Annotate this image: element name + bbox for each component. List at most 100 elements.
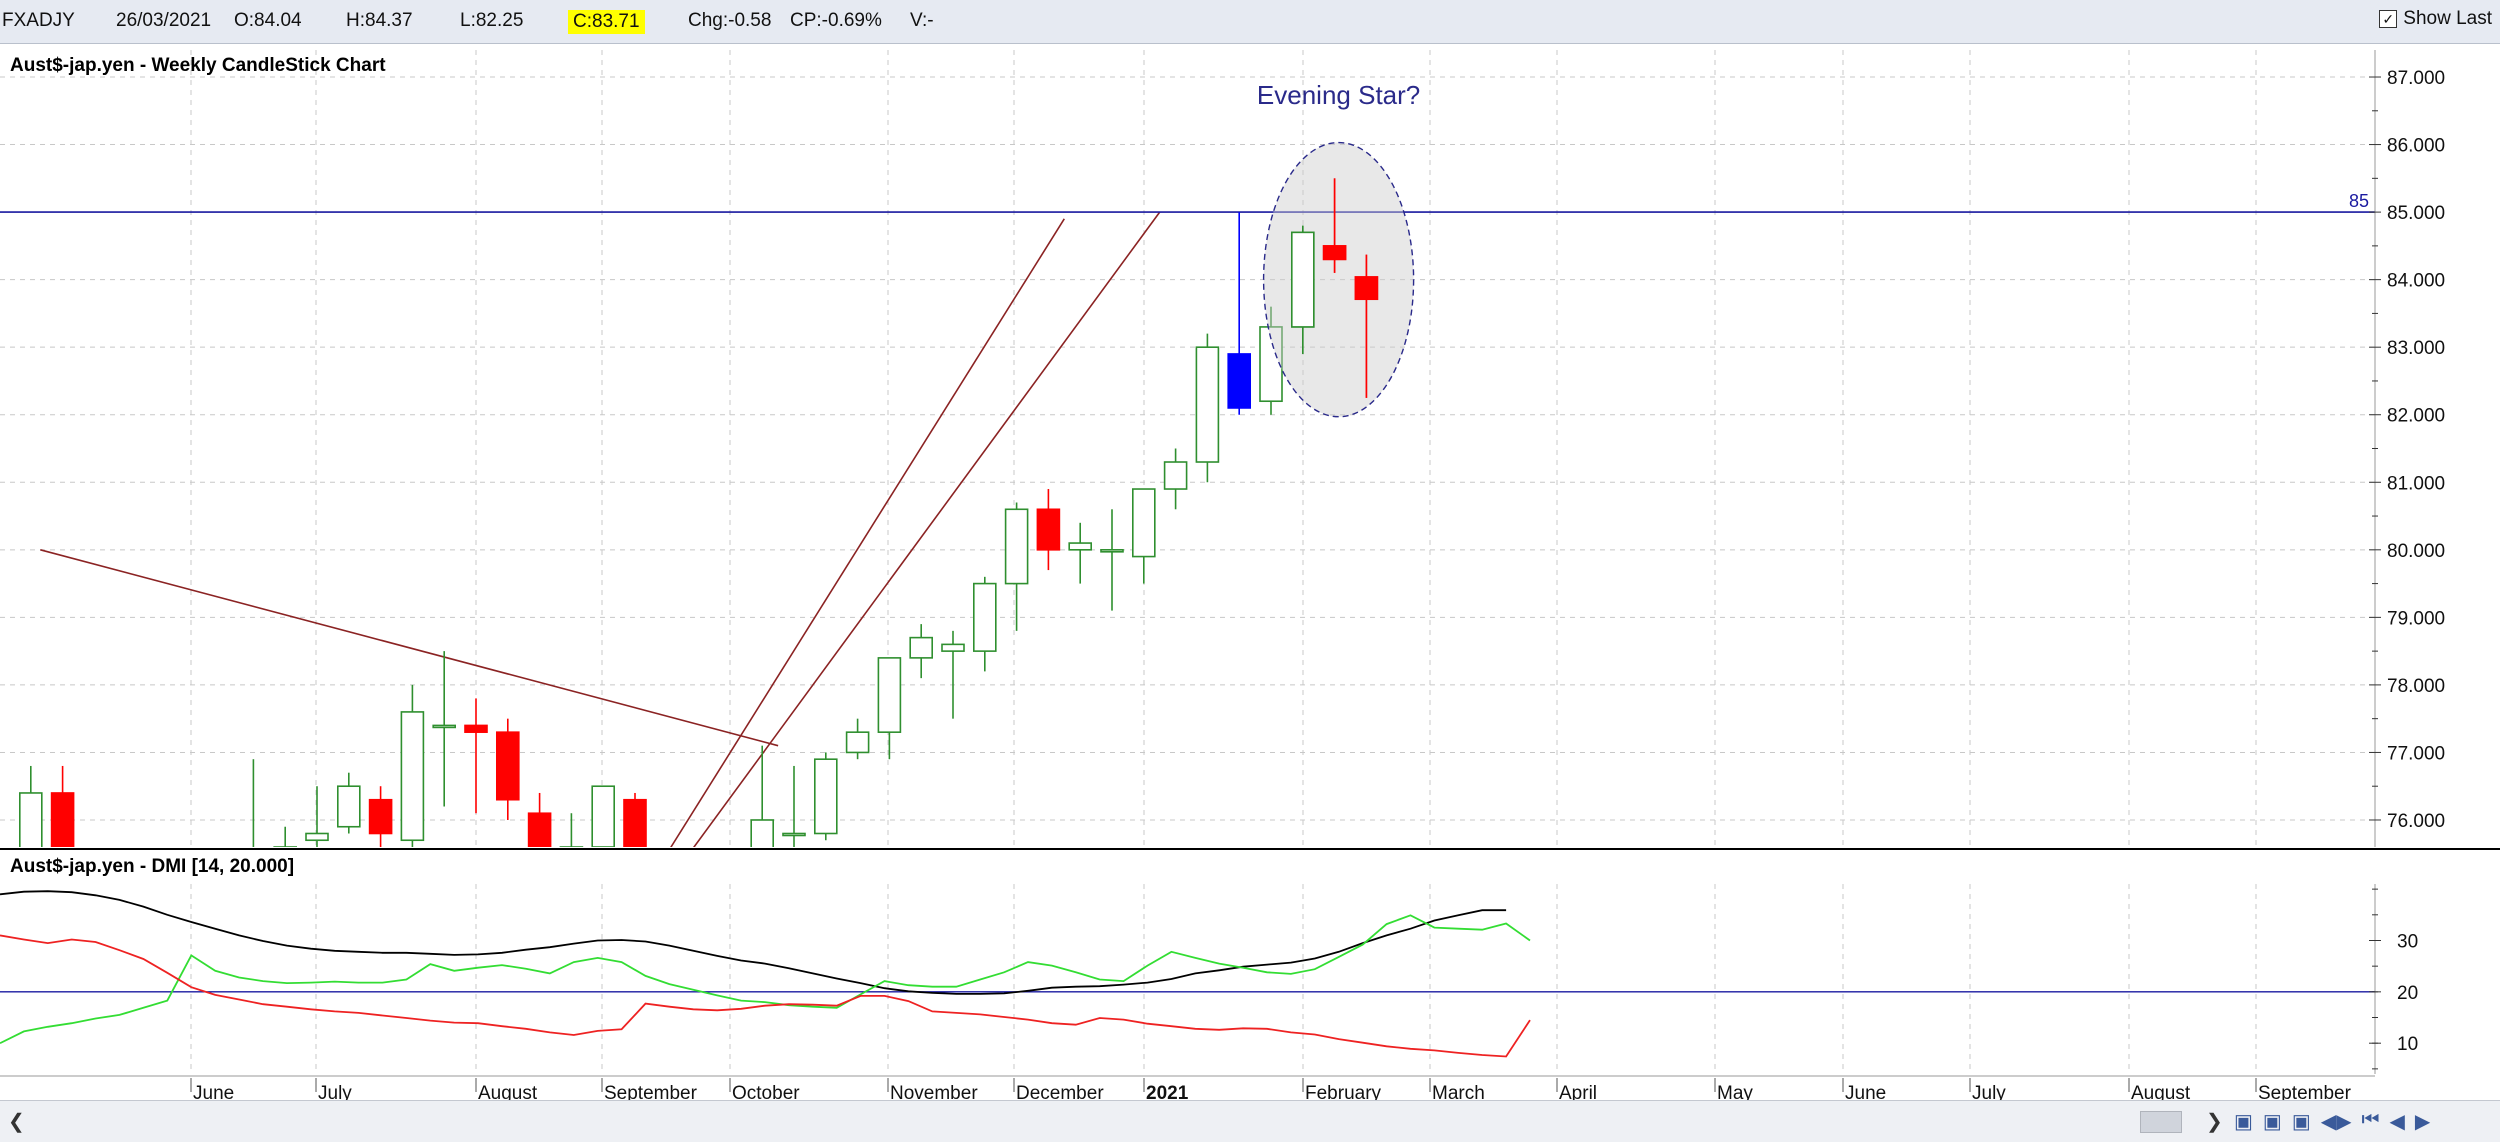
- price-tick-label: 82.000: [2387, 406, 2445, 427]
- price-chart-title: Aust$-jap.yen - Weekly CandleStick Chart: [10, 55, 386, 76]
- dmi-chart-title: Aust$-jap.yen - DMI [14, 20.000]: [10, 856, 294, 877]
- chart-area[interactable]: 85 Evening Star? 76.000 77.000 78.000 79.000…: [0, 44, 2500, 1100]
- scroll-thumb[interactable]: [2140, 1111, 2182, 1133]
- month-tick-label: June: [193, 1083, 234, 1100]
- candle-body: [909, 636, 934, 659]
- candle-body: [1195, 346, 1220, 463]
- pan-icon[interactable]: ◀▶: [2321, 1109, 2352, 1134]
- candle-body: [972, 582, 997, 652]
- month-tick-label: March: [1432, 1083, 1485, 1100]
- candle-body: [1100, 549, 1124, 553]
- month-tick-label: February: [1305, 1083, 1382, 1100]
- price-tick-label: 84.000: [2387, 271, 2445, 292]
- symbol-label: FXADJY: [2, 10, 75, 31]
- candle-body: [432, 724, 457, 729]
- minus_di-line: [0, 934, 1531, 1058]
- candle-body: [877, 657, 902, 733]
- candle-body: [1322, 245, 1347, 261]
- month-tick-label: August: [2131, 1083, 2191, 1100]
- scroll-bar[interactable]: ❮ ❯ ▣ ▣ ▣ ◀▶ ⏮ ◀ ▶: [0, 1100, 2500, 1142]
- candle-body: [305, 832, 329, 842]
- candle-body: [368, 798, 393, 835]
- price-tick-label: 79.000: [2387, 608, 2445, 629]
- step-back-icon[interactable]: ◀: [2389, 1109, 2404, 1134]
- candle-body: [1004, 508, 1029, 585]
- show-last-label: Show Last: [2403, 8, 2492, 29]
- month-tick-label: September: [604, 1083, 698, 1100]
- trendlines: [0, 211, 2375, 847]
- candle-body: [941, 643, 965, 652]
- price-tick-label: 78.000: [2387, 676, 2445, 697]
- scroll-right-icon[interactable]: ❯: [2206, 1109, 2223, 1134]
- candle-body: [1068, 542, 1092, 551]
- candle-body: [813, 758, 838, 835]
- date-label: 26/03/2021: [116, 10, 212, 31]
- price-grid: [0, 50, 2375, 847]
- candle-body: [1163, 461, 1188, 490]
- close-value: C:83.71: [568, 10, 645, 34]
- candle-body: [464, 724, 488, 733]
- candle-body: [50, 792, 75, 847]
- candle-body: [1227, 353, 1251, 409]
- volume-value: V:-: [910, 10, 934, 31]
- price-axis: 76.000 77.000 78.000 79.000 80.000 81.000 82.0…: [2369, 50, 2445, 847]
- price-tick-label: 81.000: [2387, 473, 2445, 494]
- month-tick-label: April: [1559, 1083, 1597, 1100]
- change-percent-value: CP:-0.69%: [790, 10, 882, 31]
- zoom-in-icon[interactable]: ▣: [2234, 1109, 2253, 1134]
- month-tick-label: September: [2258, 1083, 2352, 1100]
- open-value: O:84.04: [234, 10, 302, 31]
- zoom-out-icon[interactable]: ▣: [2263, 1109, 2282, 1134]
- change-value: Chg:-0.58: [688, 10, 772, 31]
- month-axis: June July August September October November De…: [0, 1075, 2375, 1100]
- evening-star-annotation: Evening Star?: [1257, 80, 1420, 110]
- dmi-tick-label: 30: [2397, 931, 2418, 952]
- checkbox-checked-icon[interactable]: ✓: [2379, 10, 2398, 28]
- step-forward-icon[interactable]: ▶: [2415, 1109, 2430, 1134]
- month-tick-label: December: [1016, 1083, 1104, 1100]
- month-tick-label: August: [478, 1083, 538, 1100]
- month-tick-label: 2021: [1146, 1083, 1189, 1100]
- candle-body: [400, 711, 425, 842]
- month-tick-label: October: [732, 1083, 800, 1100]
- price-tick-label: 87.000: [2387, 68, 2445, 89]
- dmi-lines: [0, 890, 2375, 1058]
- dmi-tick-label: 20: [2397, 983, 2418, 1004]
- candle-body: [1354, 276, 1379, 301]
- month-tick-label: May: [1717, 1083, 1753, 1100]
- candle-body: [527, 812, 552, 847]
- candle-body: [18, 792, 43, 847]
- candles: [18, 178, 1379, 847]
- candle-body: [495, 731, 520, 801]
- resistance-label: 85: [2349, 191, 2369, 211]
- month-tick-label: July: [318, 1083, 352, 1100]
- trendline: [693, 211, 1161, 847]
- scroll-left-icon[interactable]: ❮: [8, 1109, 25, 1134]
- go-start-icon[interactable]: ⏮: [2361, 1109, 2379, 1134]
- adx-line: [0, 890, 1507, 995]
- zoom-reset-icon[interactable]: ▣: [2292, 1109, 2311, 1134]
- dmi-axis: 10 20 30: [2369, 884, 2418, 1074]
- evening-star-highlight: [1262, 141, 1415, 418]
- price-tick-label: 86.000: [2387, 136, 2445, 157]
- high-value: H:84.37: [346, 10, 413, 31]
- month-tick-label: June: [1845, 1083, 1886, 1100]
- price-tick-label: 77.000: [2387, 743, 2445, 764]
- quote-bar: FXADJY 26/03/2021 O:84.04 H:84.37 L:82.2…: [0, 0, 2500, 44]
- candle-body: [1132, 488, 1156, 558]
- candle-body: [591, 785, 616, 847]
- price-tick-label: 76.000: [2387, 811, 2445, 832]
- candle-body: [623, 798, 647, 847]
- dmi-grid: [190, 884, 2257, 1074]
- candle-body: [782, 832, 806, 837]
- candle-body: [1291, 231, 1315, 328]
- candle-body: [845, 731, 870, 754]
- candle-body: [336, 785, 361, 828]
- annotation-layer: 85 Evening Star?: [1257, 80, 2369, 418]
- month-tick-label: July: [1972, 1083, 2006, 1100]
- trendline: [670, 218, 1065, 847]
- price-tick-label: 85.000: [2387, 203, 2445, 224]
- show-last-toggle[interactable]: ✓ Show Last: [2379, 8, 2492, 30]
- month-tick-label: November: [890, 1083, 978, 1100]
- price-tick-label: 83.000: [2387, 338, 2445, 359]
